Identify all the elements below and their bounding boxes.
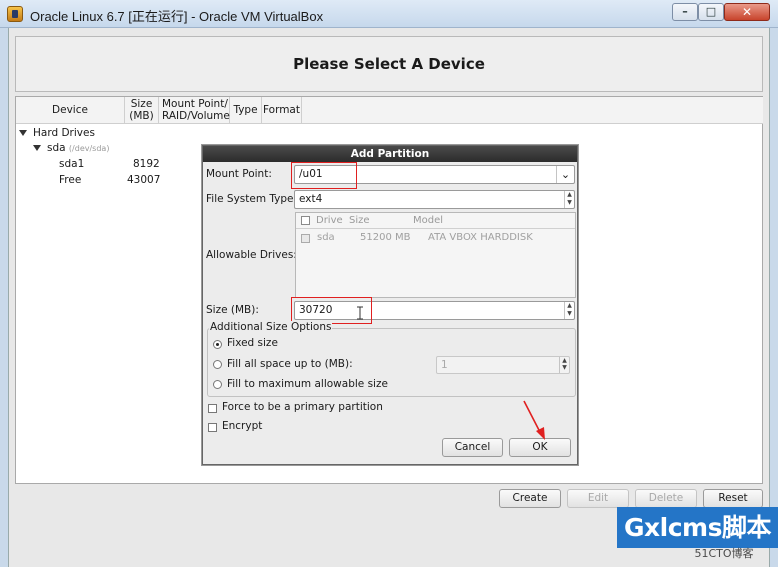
minimize-icon: – bbox=[682, 5, 688, 18]
fs-type-value: ext4 bbox=[299, 193, 323, 205]
col-header-type[interactable]: Type bbox=[230, 97, 262, 124]
fill-max-label: Fill to maximum allowable size bbox=[227, 378, 388, 390]
encrypt-label: Encrypt bbox=[222, 420, 263, 432]
drive-model: ATA VBOX HARDDISK bbox=[428, 232, 533, 243]
row-device: sda1 bbox=[59, 158, 85, 170]
fill-max-radio[interactable] bbox=[213, 380, 222, 389]
cancel-button[interactable]: Cancel bbox=[442, 438, 503, 457]
create-button[interactable]: Create bbox=[499, 489, 561, 508]
row-device: Free bbox=[59, 174, 82, 186]
pointer-arrow-annotation bbox=[523, 400, 545, 440]
fill-upto-stepper[interactable]: 1 ▲ ▼ bbox=[436, 356, 570, 374]
drives-header: Drive Size Model bbox=[296, 213, 575, 229]
fixed-size-radio[interactable] bbox=[213, 340, 222, 349]
chevron-down-icon[interactable]: ⌄ bbox=[556, 166, 574, 183]
watermark-subtext: 51CTO博客 bbox=[694, 547, 754, 560]
drive-name: sda bbox=[317, 232, 335, 243]
window-titlebar: Oracle Linux 6.7 [正在运行] - Oracle VM Virt… bbox=[0, 0, 778, 28]
close-button[interactable]: ✕ bbox=[724, 3, 770, 21]
select-arrows-icon[interactable]: ▲ ▼ bbox=[564, 191, 574, 208]
primary-partition-label: Force to be a primary partition bbox=[222, 401, 383, 413]
virtualbox-app-icon bbox=[7, 6, 23, 22]
col-header-filler bbox=[302, 97, 763, 124]
drive-size: 51200 MB bbox=[360, 232, 411, 243]
fill-upto-value: 1 bbox=[441, 359, 448, 371]
drives-col-model: Model bbox=[413, 215, 444, 226]
col-header-size[interactable]: Size (MB) bbox=[125, 97, 159, 124]
row-size: 43007 bbox=[127, 174, 161, 186]
drives-col-drive: Drive bbox=[316, 215, 343, 226]
size-options-title: Additional Size Options bbox=[209, 321, 333, 333]
drive-checkbox[interactable] bbox=[301, 234, 310, 243]
select-all-checkbox bbox=[301, 216, 310, 225]
edit-button[interactable]: Edit bbox=[567, 489, 629, 508]
delete-button[interactable]: Delete bbox=[635, 489, 697, 508]
allowable-drives-label: Allowable Drives: bbox=[206, 249, 297, 261]
col-header-mount[interactable]: Mount Point/RAID/Volume bbox=[159, 97, 230, 124]
tree-item-disk[interactable]: sda (/dev/sda) bbox=[33, 142, 109, 154]
drives-col-size: Size bbox=[349, 215, 370, 226]
tree-item-hard-drives[interactable]: Hard Drives bbox=[19, 127, 95, 139]
maximize-icon: □ bbox=[705, 5, 717, 18]
table-row[interactable]: sda1 bbox=[59, 158, 84, 170]
primary-partition-checkbox[interactable] bbox=[208, 404, 217, 413]
encrypt-checkbox[interactable] bbox=[208, 423, 217, 432]
col-header-device[interactable]: Device bbox=[16, 97, 125, 124]
fill-upto-radio[interactable] bbox=[213, 360, 222, 369]
close-icon: ✕ bbox=[741, 5, 753, 19]
mount-point-label: Mount Point: bbox=[206, 168, 272, 180]
fs-type-select[interactable]: ext4 ▲ ▼ bbox=[294, 190, 575, 209]
add-partition-dialog: Add Partition Mount Point: /u01 ⌄ File S… bbox=[202, 145, 578, 465]
allowable-drives-list[interactable]: Drive Size Model sda 51200 MB ATA VBOX H… bbox=[295, 212, 576, 298]
text-cursor-icon bbox=[357, 306, 363, 320]
col-header-format[interactable]: Format bbox=[262, 97, 302, 124]
fill-upto-label: Fill all space up to (MB): bbox=[227, 358, 353, 370]
maximize-button[interactable]: □ bbox=[698, 3, 724, 21]
page-title: Please Select A Device bbox=[293, 55, 485, 73]
size-label: Size (MB): bbox=[206, 304, 259, 316]
expander-icon[interactable] bbox=[33, 145, 41, 151]
row-size: 8192 bbox=[133, 158, 160, 170]
reset-button[interactable]: Reset bbox=[703, 489, 763, 508]
table-row[interactable]: Free bbox=[59, 174, 81, 186]
header-panel: Please Select A Device bbox=[15, 36, 763, 92]
spin-arrows-icon[interactable]: ▲ ▼ bbox=[564, 302, 574, 319]
disk-path: (/dev/sda) bbox=[68, 144, 110, 153]
table-row[interactable]: sda 51200 MB ATA VBOX HARDDISK bbox=[296, 232, 575, 246]
watermark-logo: Gxlcms脚本 bbox=[617, 507, 778, 548]
fixed-size-label: Fixed size bbox=[227, 337, 278, 349]
minimize-button[interactable]: – bbox=[672, 3, 698, 21]
dialog-title: Add Partition bbox=[203, 146, 577, 162]
fs-type-label: File System Type: bbox=[206, 193, 298, 205]
mount-point-highlight bbox=[291, 162, 357, 189]
window-title: Oracle Linux 6.7 [正在运行] - Oracle VM Virt… bbox=[30, 9, 324, 24]
spin-arrows-icon[interactable]: ▲ ▼ bbox=[559, 357, 569, 373]
expander-icon[interactable] bbox=[19, 130, 27, 136]
